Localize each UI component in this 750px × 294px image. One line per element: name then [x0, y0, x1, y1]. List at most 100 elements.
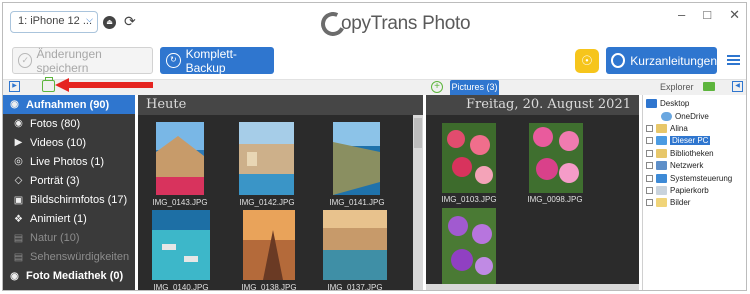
- lightbulb-icon[interactable]: ☉: [575, 49, 599, 73]
- explorer-item-label: OneDrive: [675, 112, 709, 121]
- sidebar-item-videos[interactable]: ▶ Videos (10): [3, 133, 135, 152]
- file-explorer-tree: Desktop OneDrive Alina Dieser PC Bibliot…: [642, 95, 746, 290]
- scrollbar-thumb[interactable]: [414, 118, 422, 148]
- photo-thumbnail[interactable]: [156, 122, 204, 195]
- photo-grid-today: Heute IMG_0143.JPG IMG_0142.JPG IMG_0141…: [138, 95, 423, 291]
- maximize-icon[interactable]: □: [703, 7, 711, 23]
- explorer-item-desktop[interactable]: Desktop: [646, 99, 689, 108]
- explorer-item-label: Desktop: [660, 99, 690, 108]
- sidebar-item-label: Porträt (3): [30, 174, 80, 187]
- album-icon: ▤: [13, 251, 24, 263]
- folder-icon: [656, 198, 667, 207]
- expand-toggle-icon[interactable]: [646, 199, 653, 206]
- photo-thumbnail[interactable]: [333, 122, 380, 195]
- explorer-item-onedrive[interactable]: OneDrive: [661, 112, 709, 121]
- vertical-scrollbar[interactable]: [413, 115, 423, 290]
- save-changes-button[interactable]: ✓ Änderungen speichern: [12, 46, 153, 75]
- computer-icon: [656, 136, 667, 145]
- sidebar-item-label: Live Photos (1): [30, 155, 104, 168]
- album-icon: ▤: [13, 232, 24, 244]
- explorer-item-label: Systemsteuerung: [670, 174, 733, 183]
- eject-icon[interactable]: ⏏: [103, 16, 116, 29]
- refresh-icon[interactable]: ⟳: [124, 13, 136, 30]
- window-controls: – □ ✕: [678, 7, 740, 23]
- backup-icon: ↻: [166, 53, 181, 68]
- sidebar-item-animated[interactable]: ❖ Animiert (1): [3, 210, 135, 229]
- control-panel-icon: [656, 174, 667, 183]
- app-logo: opyTrans Photo: [317, 8, 471, 40]
- sidebar-item-portrait[interactable]: ◇ Porträt (3): [3, 171, 135, 190]
- sidebar-item-fotos[interactable]: ◉ Fotos (80): [3, 114, 135, 133]
- expand-toggle-icon[interactable]: [646, 150, 653, 157]
- chevron-down-icon: ⌵: [86, 14, 93, 24]
- device-select[interactable]: 1: iPhone 12 ... ⌵: [10, 11, 98, 33]
- photo-thumbnail[interactable]: [442, 123, 496, 193]
- full-backup-label: Komplett-Backup: [185, 46, 237, 75]
- folder-icon[interactable]: [703, 82, 715, 91]
- photo-thumbnail[interactable]: [152, 210, 210, 280]
- expand-toggle-icon[interactable]: [646, 137, 653, 144]
- save-changes-label: Änderungen speichern: [36, 46, 102, 75]
- photo-filename: IMG_0137.JPG: [327, 283, 383, 291]
- explorer-item-label: Dieser PC: [670, 136, 711, 145]
- new-album-icon[interactable]: [42, 77, 55, 92]
- photo-filename: IMG_0142.JPG: [239, 198, 295, 207]
- user-folder-icon: [656, 124, 667, 133]
- explorer-item-network[interactable]: Netzwerk: [646, 161, 703, 170]
- sidebar-item-live-photos[interactable]: ◎ Live Photos (1): [3, 152, 135, 171]
- sidebar-item-label: Fotos (80): [30, 117, 81, 130]
- add-photos-icon[interactable]: +: [431, 81, 443, 93]
- device-label: 1: iPhone 12 ...: [18, 15, 92, 27]
- expand-toggle-icon[interactable]: [646, 125, 653, 132]
- close-icon[interactable]: ✕: [729, 7, 740, 23]
- sidebar-item-label: Natur (10): [30, 232, 80, 245]
- explorer-item-label: Bibliotheken: [670, 149, 714, 158]
- explorer-item-label: Bilder: [670, 198, 691, 207]
- expand-toggle-icon[interactable]: [646, 162, 653, 169]
- expand-toggle-icon[interactable]: [646, 175, 653, 182]
- explorer-item-alina[interactable]: Alina: [646, 124, 688, 133]
- camera-icon: ◉: [10, 270, 19, 282]
- collapse-explorer-icon[interactable]: ◀: [732, 81, 743, 92]
- photo-thumbnail[interactable]: [323, 210, 387, 280]
- tab-pictures[interactable]: Pictures (3): [450, 80, 499, 95]
- photo-grid-august: Freitag, 20. August 2021 IMG_0103.JPG IM…: [426, 95, 639, 290]
- explorer-item-label: Alina: [670, 124, 688, 133]
- explorer-item-recycle-bin[interactable]: Papierkorb: [646, 186, 709, 195]
- explorer-item-this-pc[interactable]: Dieser PC: [646, 136, 711, 145]
- sidebar-item-label: Videos (10): [30, 136, 87, 149]
- red-arrow-annotation: [55, 78, 153, 92]
- sidebar-item-screenshots[interactable]: ▣ Bildschirmfotos (17): [3, 190, 135, 209]
- expand-sidebar-icon[interactable]: ▶: [9, 81, 20, 92]
- explorer-label: Explorer: [660, 82, 694, 92]
- network-icon: [656, 161, 667, 170]
- minimize-icon[interactable]: –: [678, 7, 685, 23]
- screenshot-icon: ▣: [13, 194, 24, 206]
- photo-thumbnail[interactable]: [442, 208, 496, 284]
- explorer-item-libraries[interactable]: Bibliotheken: [646, 149, 714, 158]
- sidebar-item-aufnahmen[interactable]: ◉ Aufnahmen (90): [3, 95, 135, 115]
- camera-icon: ◉: [10, 99, 19, 111]
- sidebar-item-label: Sehenswürdigkeiten: [30, 251, 130, 264]
- sidebar-item-label: Animiert (1): [30, 213, 87, 226]
- hamburger-menu-icon[interactable]: [727, 55, 740, 65]
- expand-toggle-icon[interactable]: [646, 187, 653, 194]
- full-backup-button[interactable]: ↻ Komplett-Backup: [160, 46, 274, 75]
- photo-thumbnail[interactable]: [529, 123, 583, 193]
- library-icon: [656, 149, 667, 158]
- quick-guides-label: Kurzanleitungen: [630, 53, 717, 68]
- sidebar-item-natur[interactable]: ▤ Natur (10): [3, 229, 135, 248]
- cube-icon: ◇: [14, 175, 23, 187]
- horizontal-scrollbar[interactable]: [426, 284, 639, 290]
- sidebar-item-foto-mediathek[interactable]: ◉ Foto Mediathek (0): [3, 267, 135, 286]
- photo-filename: IMG_0103.JPG: [441, 195, 497, 204]
- video-icon: ▶: [14, 137, 23, 149]
- quick-guides-button[interactable]: Kurzanleitungen: [606, 47, 717, 74]
- desktop-icon: [646, 99, 657, 108]
- photo-thumbnail[interactable]: [243, 210, 295, 280]
- photo-thumbnail[interactable]: [239, 122, 294, 195]
- lifebuoy-icon: [611, 53, 626, 68]
- explorer-item-control-panel[interactable]: Systemsteuerung: [646, 174, 732, 183]
- sidebar-item-sehenswuerdigkeiten[interactable]: ▤ Sehenswürdigkeiten: [3, 248, 135, 267]
- explorer-item-pictures[interactable]: Bilder: [646, 198, 690, 207]
